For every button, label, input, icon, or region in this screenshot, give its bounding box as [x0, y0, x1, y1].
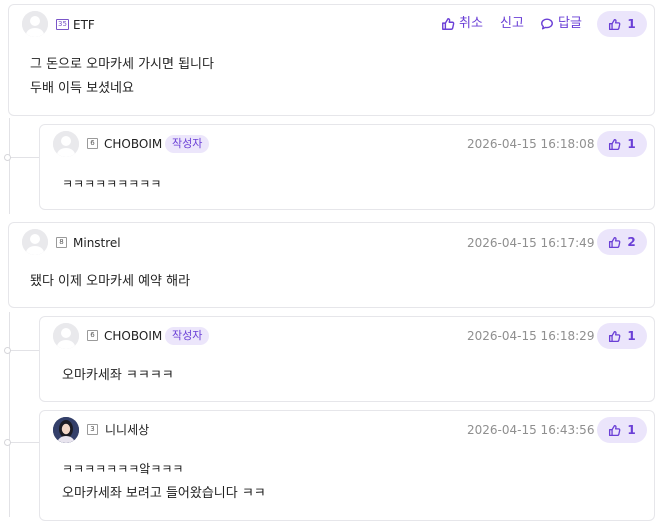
thread-elbow-2	[9, 350, 39, 351]
level-badge: 6	[87, 330, 98, 341]
like-button[interactable]: 2	[597, 229, 647, 255]
username[interactable]: CHOBOIM	[104, 329, 162, 343]
author-badge: 작성자	[165, 135, 210, 153]
reply-card: 6 CHOBOIM 작성자 2026-04-15 16:18:29 1 오마카세…	[39, 316, 655, 402]
like-button[interactable]: 1	[597, 11, 647, 37]
like-count: 2	[627, 235, 636, 249]
thread-connector-2	[9, 312, 10, 517]
avatar[interactable]	[53, 131, 79, 157]
avatar[interactable]	[53, 417, 79, 443]
thumbs-up-icon	[609, 424, 621, 436]
like-count: 1	[627, 17, 636, 31]
avatar[interactable]	[22, 229, 48, 255]
timestamp: 2026-04-15 16:18:08	[467, 137, 595, 151]
comment-text-line: 됐다 이제 오마카세 예약 해라	[30, 274, 191, 289]
person-icon	[22, 11, 48, 37]
comment-text-line: ㅋㅋㅋㅋㅋㅋㅋㅋㅋ	[62, 177, 162, 191]
username[interactable]: Minstrel	[73, 236, 121, 250]
author-badge: 작성자	[165, 327, 210, 345]
username[interactable]: CHOBOIM	[104, 137, 162, 151]
report-label: 신고	[500, 16, 524, 31]
like-button[interactable]: 1	[597, 323, 647, 349]
level-badge: 3	[87, 424, 98, 435]
comment-text-line: 그 돈으로 오마카세 가시면 됩니다	[30, 57, 214, 72]
cancel-like-button[interactable]: 취소	[441, 16, 483, 32]
comment-text-line: ㅋㅋㅋㅋㅋㅋㅋ앜ㅋㅋㅋ	[62, 462, 184, 476]
comment-text-line: 오마카세좌 ㅋㅋㅋㅋ	[62, 368, 174, 383]
reply-button[interactable]: 답글	[540, 16, 582, 32]
thumbs-up-icon	[609, 330, 621, 342]
thumbs-up-icon	[442, 18, 455, 30]
level-badge: 6	[87, 138, 98, 149]
comment-card: 35 ETF 취소 신고 답글 1 그 돈으로 오마카세 가시면 됩니다 두배 …	[8, 4, 655, 116]
thread-elbow-3	[9, 442, 39, 443]
person-icon	[53, 323, 79, 349]
thread-dot-2	[4, 347, 11, 354]
username[interactable]: ETF	[73, 18, 95, 32]
like-count: 1	[627, 137, 636, 151]
avatar[interactable]	[53, 323, 79, 349]
like-count: 1	[627, 329, 636, 343]
thread-dot-1	[4, 154, 11, 161]
reply-card: 3 니니세상 2026-04-15 16:43:56 1 ㅋㅋㅋㅋㅋㅋㅋ앜ㅋㅋㅋ…	[39, 410, 655, 521]
profile-photo-icon	[53, 417, 79, 443]
like-count: 1	[627, 423, 636, 437]
thread-dot-3	[4, 439, 11, 446]
comment-card: 8 Minstrel 2026-04-15 16:17:49 2 됐다 이제 오…	[8, 222, 655, 308]
cancel-label: 취소	[459, 16, 483, 31]
like-button[interactable]: 1	[597, 417, 647, 443]
report-button[interactable]: 신고	[500, 16, 524, 32]
thread-elbow-1	[9, 157, 39, 158]
thumbs-up-icon	[609, 18, 621, 30]
timestamp: 2026-04-15 16:17:49	[467, 236, 595, 250]
username[interactable]: 니니세상	[105, 423, 149, 437]
thumbs-up-icon	[609, 236, 621, 248]
speech-bubble-icon	[541, 18, 553, 30]
level-badge: 8	[56, 237, 67, 248]
person-icon	[53, 131, 79, 157]
reply-card: 6 CHOBOIM 작성자 2026-04-15 16:18:08 1 ㅋㅋㅋㅋ…	[39, 124, 655, 210]
comment-text-line: 두배 이득 보셨네요	[30, 81, 134, 96]
timestamp: 2026-04-15 16:43:56	[467, 423, 595, 437]
comment-text-line: 오마카세좌 보려고 들어왔습니다 ㅋㅋ	[62, 486, 266, 501]
timestamp: 2026-04-15 16:18:29	[467, 329, 595, 343]
thumbs-up-icon	[609, 138, 621, 150]
thread-connector-1	[9, 118, 10, 214]
avatar[interactable]	[22, 11, 48, 37]
reply-label: 답글	[558, 16, 582, 31]
like-button[interactable]: 1	[597, 131, 647, 157]
level-badge: 35	[56, 19, 69, 30]
person-icon	[22, 229, 48, 255]
